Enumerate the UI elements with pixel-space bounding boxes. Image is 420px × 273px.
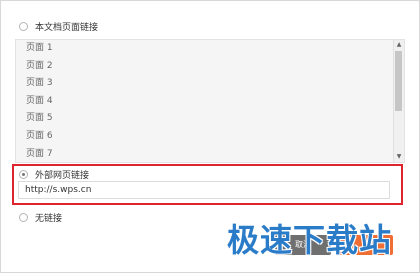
watermark-logo: 极速下载站 bbox=[227, 221, 393, 259]
doc-link-radio[interactable] bbox=[19, 22, 28, 31]
hyperlink-dialog: 本文档页面链接 页面 1 页面 2 页面 3 页面 4 页面 5 页面 6 页面… bbox=[0, 0, 420, 273]
scroll-down-arrow-icon[interactable]: ▼ bbox=[394, 152, 404, 162]
scroll-up-arrow-icon[interactable]: ▲ bbox=[394, 40, 404, 50]
external-link-radio[interactable] bbox=[19, 170, 28, 179]
list-item[interactable]: 页面 3 bbox=[16, 75, 404, 93]
list-item[interactable]: 页面 7 bbox=[16, 146, 404, 162]
list-item[interactable]: 页面 2 bbox=[16, 58, 404, 76]
no-link-label: 无链接 bbox=[35, 214, 63, 224]
no-link-option[interactable]: 无链接 bbox=[19, 211, 62, 224]
external-link-option[interactable]: 外部网页链接 bbox=[19, 168, 89, 181]
list-item[interactable]: 页面 6 bbox=[16, 128, 404, 146]
page-list[interactable]: 页面 1 页面 2 页面 3 页面 4 页面 5 页面 6 页面 7 ▲ ▼ bbox=[15, 39, 405, 163]
scrollbar-thumb[interactable] bbox=[395, 51, 402, 111]
list-item[interactable]: 页面 5 bbox=[16, 110, 404, 128]
list-item[interactable]: 页面 4 bbox=[16, 93, 404, 111]
url-input[interactable] bbox=[18, 181, 390, 199]
list-item[interactable]: 页面 1 bbox=[16, 40, 404, 58]
external-link-label: 外部网页链接 bbox=[35, 171, 90, 181]
doc-link-label: 本文档页面链接 bbox=[35, 23, 99, 33]
scrollbar[interactable]: ▲ ▼ bbox=[393, 40, 404, 162]
no-link-radio[interactable] bbox=[19, 213, 28, 222]
doc-link-option[interactable]: 本文档页面链接 bbox=[19, 20, 98, 33]
